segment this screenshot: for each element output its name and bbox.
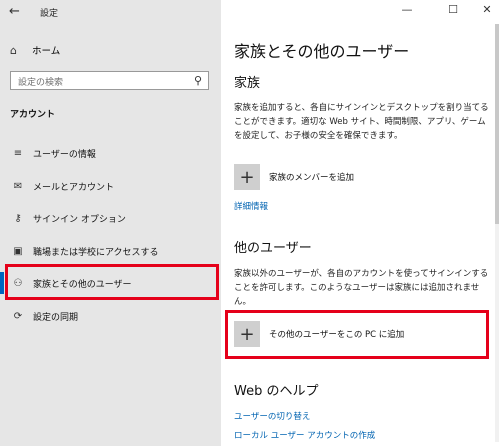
learn-more-link[interactable]: 詳細情報: [234, 200, 268, 212]
search-placeholder: 設定の検索: [18, 78, 64, 88]
sync-icon: ⟳: [13, 310, 23, 322]
back-arrow-icon[interactable]: ←: [9, 4, 25, 20]
person-card-icon: ≡: [13, 147, 23, 159]
home-icon: ⌂: [10, 43, 17, 57]
scrollbar[interactable]: [495, 24, 499, 442]
briefcase-icon: ▣: [13, 245, 23, 257]
create-local-account-link[interactable]: ローカル ユーザー アカウントの作成: [234, 429, 375, 441]
sidebar-item-label: ホーム: [32, 46, 61, 57]
plus-icon: +: [234, 164, 260, 190]
sidebar-item-label: メールとアカウント: [33, 182, 115, 193]
web-help-heading: Web のヘルプ: [234, 384, 319, 399]
page-title: 家族とその他のユーザー: [234, 42, 410, 61]
sidebar-item-sign-in-options[interactable]: ⚷ サインイン オプション: [0, 201, 221, 235]
switch-users-link[interactable]: ユーザーの切り替え: [234, 410, 310, 422]
scroll-thumb[interactable]: [495, 24, 499, 224]
sidebar-item-label: 職場または学校にアクセスする: [33, 247, 159, 258]
family-heading: 家族: [234, 76, 261, 91]
highlight-box-add-other-user: [225, 310, 489, 359]
search-icon[interactable]: ⚲: [194, 74, 202, 87]
other-users-heading: 他のユーザー: [234, 241, 312, 256]
search-input[interactable]: 設定の検索 ⚲: [10, 71, 209, 90]
sidebar-item-email-accounts[interactable]: ✉ メールとアカウント: [0, 169, 221, 203]
other-users-description: 家族以外のユーザーが、各自のアカウントを使ってサインインすることを許可します。こ…: [234, 269, 489, 307]
sidebar-item-home[interactable]: ⌂ ホーム: [10, 42, 60, 58]
minimize-icon[interactable]: —: [396, 3, 418, 16]
key-icon: ⚷: [14, 212, 22, 224]
mail-icon: ✉: [13, 180, 23, 192]
family-description: 家族を追加すると、各自にサインインとデスクトップを割り当てることができます。適切…: [234, 103, 489, 141]
sidebar: ← 設定 ⌂ ホーム 設定の検索 ⚲ アカウント ≡ ユーザーの情報 ✉ メール…: [0, 0, 221, 446]
close-icon[interactable]: ✕: [476, 3, 498, 16]
main-content: — ☐ ✕ 家族とその他のユーザー 家族 家族を追加すると、各自にサインインとデ…: [221, 0, 500, 446]
maximize-icon[interactable]: ☐: [442, 3, 464, 16]
sidebar-item-label: サインイン オプション: [33, 214, 126, 225]
highlight-box-family-users: [5, 264, 219, 300]
sidebar-item-label: ユーザーの情報: [33, 149, 96, 160]
sidebar-item-access-work[interactable]: ▣ 職場または学校にアクセスする: [0, 234, 221, 268]
title-bar: ← 設定: [0, 0, 221, 24]
sidebar-item-your-info[interactable]: ≡ ユーザーの情報: [0, 136, 221, 170]
window-title: 設定: [40, 9, 59, 19]
sidebar-item-label: 設定の同期: [33, 312, 79, 323]
section-heading: アカウント: [10, 110, 56, 120]
add-family-member-button[interactable]: + 家族のメンバーを追加: [234, 164, 354, 190]
sidebar-item-sync-settings[interactable]: ⟳ 設定の同期: [0, 299, 221, 333]
add-family-member-label: 家族のメンバーを追加: [269, 173, 355, 183]
